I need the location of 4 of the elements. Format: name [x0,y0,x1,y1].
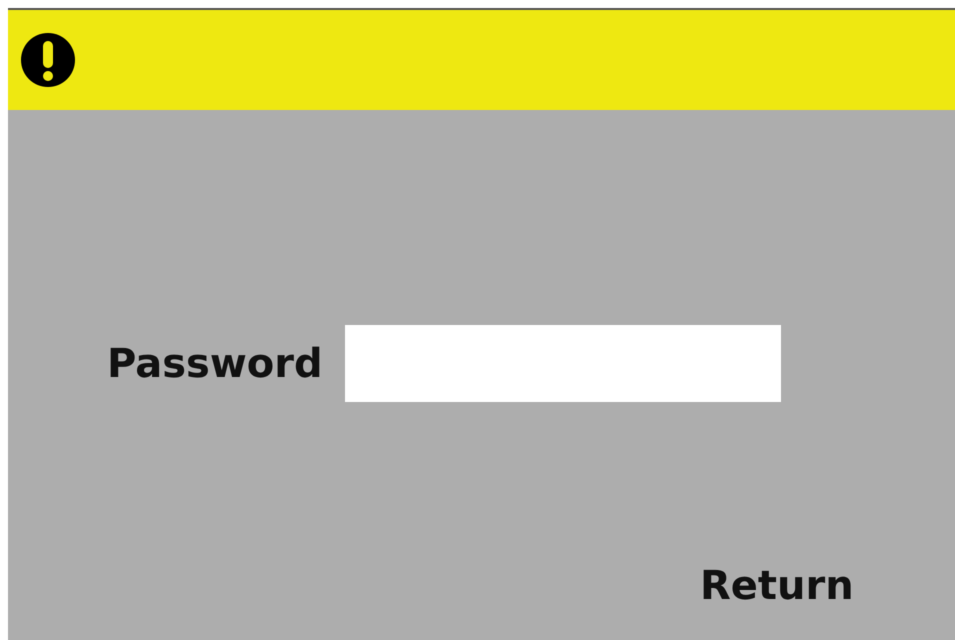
return-button[interactable]: Return [700,562,854,610]
password-field[interactable] [344,325,781,402]
exclamation-icon [20,32,76,88]
password-label: Password [107,340,323,388]
